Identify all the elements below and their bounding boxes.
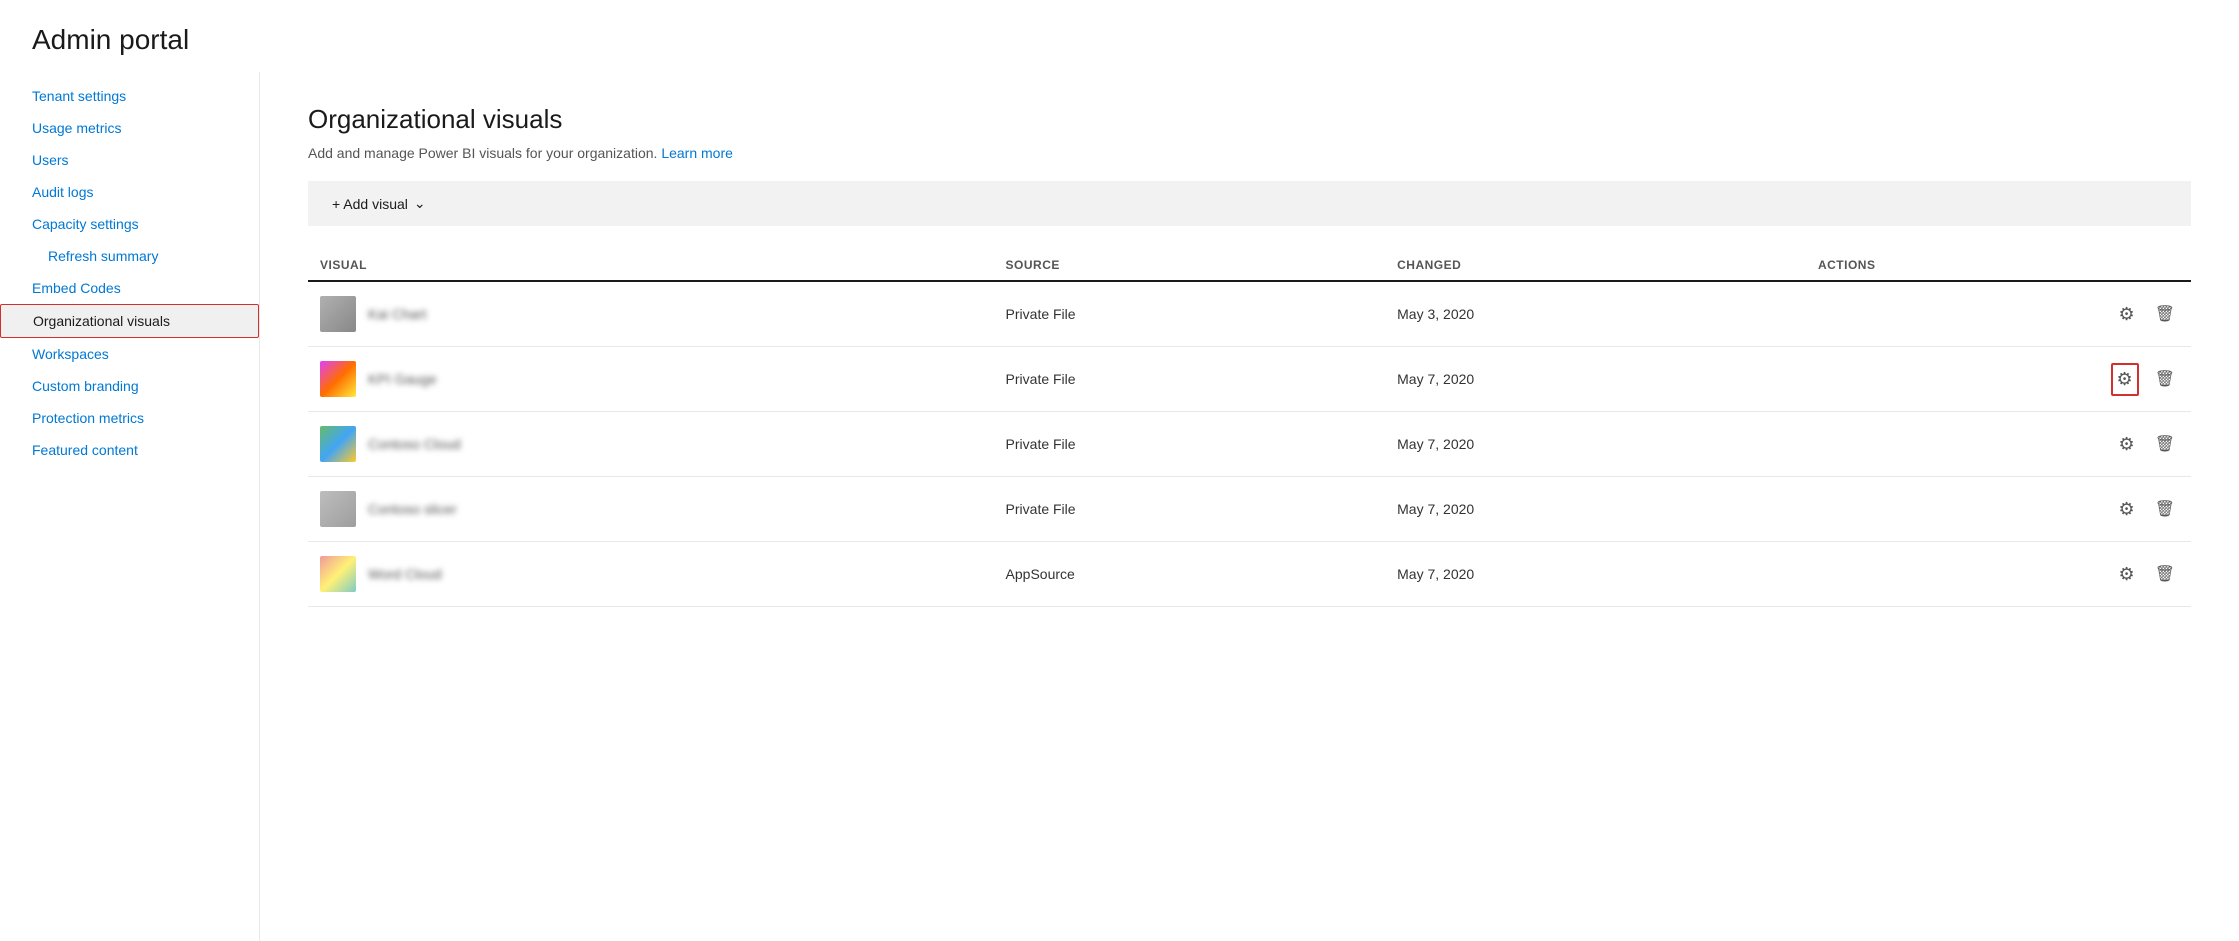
content-title: Organizational visuals	[308, 104, 2191, 135]
visual-name: Word Cloud	[368, 566, 442, 582]
col-actions: ACTIONS	[1806, 250, 2191, 281]
visual-name: Contoso slicer	[368, 501, 457, 517]
chevron-down-icon: ⌄	[414, 195, 426, 212]
visual-cell: Contoso Cloud	[308, 412, 994, 477]
actions-cell: ⚙🗑	[1806, 281, 2191, 347]
sidebar: Tenant settingsUsage metricsUsersAudit l…	[0, 72, 260, 941]
col-source: SOURCE	[994, 250, 1386, 281]
table-row: Contoso Cloud Private FileMay 7, 2020⚙🗑	[308, 412, 2191, 477]
sidebar-item-refresh-summary[interactable]: Refresh summary	[0, 240, 259, 272]
col-visual: VISUAL	[308, 250, 994, 281]
sidebar-item-featured-content[interactable]: Featured content	[0, 434, 259, 466]
table-row: Contoso slicer Private FileMay 7, 2020⚙🗑	[308, 477, 2191, 542]
page-title: Admin portal	[0, 0, 2239, 72]
actions-cell: ⚙🗑	[1806, 412, 2191, 477]
app-container: Admin portal Tenant settingsUsage metric…	[0, 0, 2239, 941]
visual-cell: Kai Chart	[308, 281, 994, 347]
sidebar-item-embed-codes[interactable]: Embed Codes	[0, 272, 259, 304]
toolbar: + Add visual ⌄	[308, 181, 2191, 226]
changed-cell: May 7, 2020	[1385, 542, 1806, 607]
visual-name: KPI Gauge	[368, 371, 437, 387]
source-cell: AppSource	[994, 542, 1386, 607]
sidebar-item-organizational-visuals[interactable]: Organizational visuals	[0, 304, 259, 338]
changed-cell: May 7, 2020	[1385, 347, 1806, 412]
table-row: Word Cloud AppSourceMay 7, 2020⚙🗑	[308, 542, 2191, 607]
settings-button[interactable]: ⚙	[2115, 300, 2139, 329]
source-cell: Private File	[994, 412, 1386, 477]
gear-icon: ⚙	[2119, 499, 2135, 520]
trash-icon: 🗑	[2155, 564, 2175, 584]
changed-cell: May 7, 2020	[1385, 477, 1806, 542]
settings-button[interactable]: ⚙	[2115, 560, 2139, 589]
changed-cell: May 3, 2020	[1385, 281, 1806, 347]
sidebar-item-audit-logs[interactable]: Audit logs	[0, 176, 259, 208]
visuals-table: VISUAL SOURCE CHANGED ACTIONS Kai Chart …	[308, 250, 2191, 607]
visual-cell: Contoso slicer	[308, 477, 994, 542]
add-visual-button[interactable]: + Add visual ⌄	[324, 191, 434, 216]
actions-cell: ⚙🗑	[1806, 542, 2191, 607]
gear-icon: ⚙	[2119, 304, 2135, 325]
visual-thumbnail	[320, 556, 356, 592]
sidebar-item-custom-branding[interactable]: Custom branding	[0, 370, 259, 402]
main-content: Organizational visuals Add and manage Po…	[260, 72, 2239, 941]
trash-icon: 🗑	[2155, 434, 2175, 454]
sidebar-item-users[interactable]: Users	[0, 144, 259, 176]
gear-icon: ⚙	[2119, 434, 2135, 455]
sidebar-item-tenant-settings[interactable]: Tenant settings	[0, 80, 259, 112]
visual-name: Kai Chart	[368, 306, 426, 322]
settings-button[interactable]: ⚙	[2115, 495, 2139, 524]
source-cell: Private File	[994, 477, 1386, 542]
visual-name: Contoso Cloud	[368, 436, 461, 452]
delete-button[interactable]: 🗑	[2151, 560, 2179, 588]
col-changed: CHANGED	[1385, 250, 1806, 281]
visual-thumbnail	[320, 361, 356, 397]
gear-icon: ⚙	[2117, 369, 2133, 390]
visual-thumbnail	[320, 296, 356, 332]
content-description: Add and manage Power BI visuals for your…	[308, 145, 2191, 161]
trash-icon: 🗑	[2155, 304, 2175, 324]
source-cell: Private File	[994, 281, 1386, 347]
delete-button[interactable]: 🗑	[2151, 300, 2179, 328]
actions-cell: ⚙🗑	[1806, 477, 2191, 542]
visual-cell: Word Cloud	[308, 542, 994, 607]
changed-cell: May 7, 2020	[1385, 412, 1806, 477]
learn-more-link[interactable]: Learn more	[661, 145, 733, 161]
sidebar-item-usage-metrics[interactable]: Usage metrics	[0, 112, 259, 144]
sidebar-item-workspaces[interactable]: Workspaces	[0, 338, 259, 370]
trash-icon: 🗑	[2155, 369, 2175, 389]
delete-button[interactable]: 🗑	[2151, 430, 2179, 458]
table-row: Kai Chart Private FileMay 3, 2020⚙🗑	[308, 281, 2191, 347]
actions-cell: ⚙🗑	[1806, 347, 2191, 412]
visual-cell: KPI Gauge	[308, 347, 994, 412]
table-row: KPI Gauge Private FileMay 7, 2020⚙🗑	[308, 347, 2191, 412]
settings-button[interactable]: ⚙	[2111, 363, 2139, 396]
table-body: Kai Chart Private FileMay 3, 2020⚙🗑 KPI …	[308, 281, 2191, 607]
visual-thumbnail	[320, 491, 356, 527]
settings-button[interactable]: ⚙	[2115, 430, 2139, 459]
delete-button[interactable]: 🗑	[2151, 495, 2179, 523]
main-layout: Tenant settingsUsage metricsUsersAudit l…	[0, 72, 2239, 941]
trash-icon: 🗑	[2155, 499, 2175, 519]
sidebar-item-capacity-settings[interactable]: Capacity settings	[0, 208, 259, 240]
table-header: VISUAL SOURCE CHANGED ACTIONS	[308, 250, 2191, 281]
gear-icon: ⚙	[2119, 564, 2135, 585]
source-cell: Private File	[994, 347, 1386, 412]
sidebar-item-protection-metrics[interactable]: Protection metrics	[0, 402, 259, 434]
visual-thumbnail	[320, 426, 356, 462]
delete-button[interactable]: 🗑	[2151, 365, 2179, 393]
add-visual-label: + Add visual	[332, 196, 408, 212]
